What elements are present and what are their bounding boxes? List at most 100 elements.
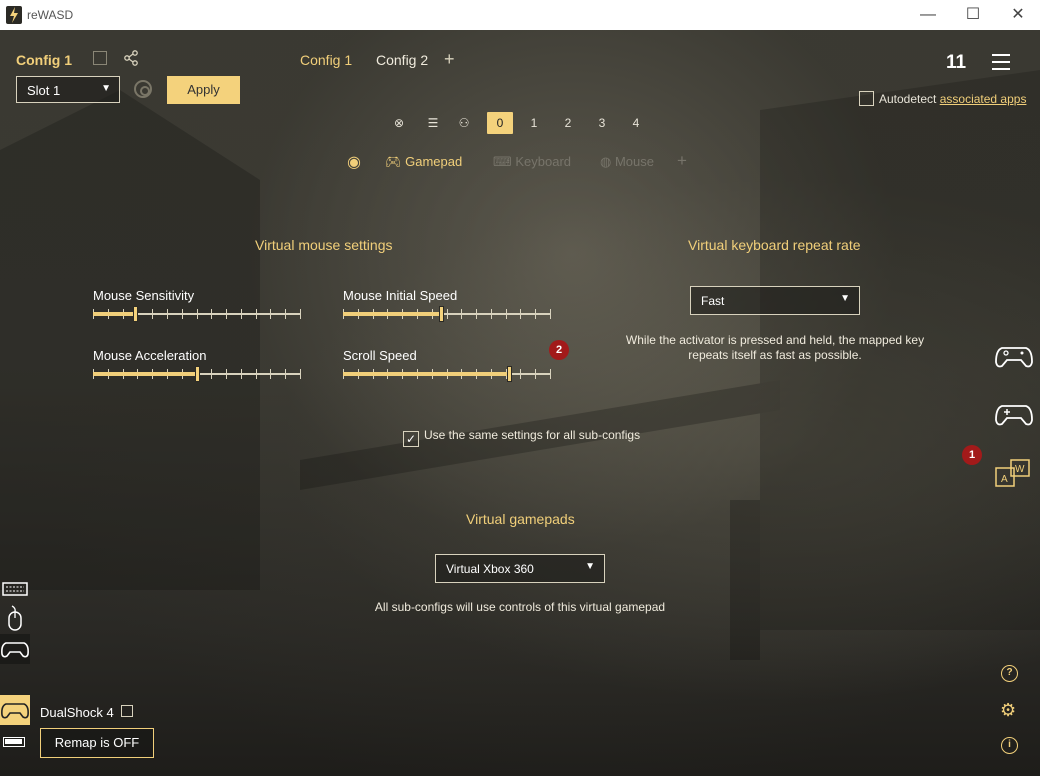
keyboard-icon: ⌨	[493, 154, 512, 169]
app-title: reWASD	[27, 8, 74, 22]
virtual-gamepad-value: Virtual Xbox 360	[446, 562, 534, 576]
slider-tick	[197, 309, 198, 319]
slider-thumb[interactable]	[439, 306, 444, 322]
slider-tick	[152, 309, 153, 319]
slider-tick	[285, 369, 286, 379]
notification-badge[interactable]: 1	[962, 445, 982, 465]
apply-button[interactable]: Apply	[167, 76, 240, 104]
mouse-device-icon[interactable]	[0, 604, 30, 634]
slider-tick	[270, 369, 271, 379]
slot-value: Slot 1	[27, 83, 61, 98]
chevron-down-icon: ▼	[585, 561, 595, 572]
slider-tick	[550, 369, 551, 379]
slider-fill	[343, 372, 509, 376]
add-device-tab-button[interactable]: +	[677, 151, 687, 171]
copy-icon[interactable]	[121, 705, 133, 717]
slider-fill	[93, 372, 197, 376]
mouse-sensitivity-slider[interactable]	[93, 306, 301, 322]
shift-0-icon[interactable]: 0	[487, 112, 513, 134]
help-icon[interactable]: ?	[1001, 665, 1018, 682]
keyboard-repeat-title: Virtual keyboard repeat rate	[688, 237, 861, 253]
tab-keyboard[interactable]: ⌨ Keyboard	[493, 154, 571, 170]
menu-icon[interactable]	[992, 54, 1010, 70]
associated-apps-link[interactable]: associated apps	[940, 92, 1027, 106]
main-panel: Config 1 Slot 1 ▼ Apply Config 1 Config …	[0, 30, 1040, 776]
slider-thumb[interactable]	[195, 366, 200, 382]
chevron-down-icon: ▼	[840, 293, 850, 304]
scroll-speed-slider[interactable]	[343, 366, 551, 382]
list-icon[interactable]: ☰	[421, 112, 445, 134]
slider-tick	[182, 309, 183, 319]
gamepad-xbox-icon[interactable]	[994, 400, 1034, 428]
slider-thumb[interactable]	[133, 306, 138, 322]
svg-text:W: W	[1015, 464, 1025, 475]
slider-tick	[550, 309, 551, 319]
gamepad-device-icon[interactable]	[0, 634, 30, 664]
slider-fill	[343, 312, 441, 316]
save-icon[interactable]	[93, 51, 107, 65]
mouse-initial-speed-label: Mouse Initial Speed	[343, 288, 458, 303]
autodetect-box[interactable]	[859, 91, 874, 106]
tab-gamepad[interactable]: 🎮︎ Gamepad	[385, 154, 462, 170]
close-button[interactable]: ✕	[995, 0, 1040, 30]
notification-badge[interactable]: 2	[549, 340, 569, 360]
slider-thumb[interactable]	[507, 366, 512, 382]
tab-gamepad-label: Gamepad	[405, 154, 463, 169]
license-count: 11	[946, 52, 967, 73]
slider-tick	[461, 309, 462, 319]
add-config-button[interactable]: +	[444, 49, 455, 70]
eye-hidden-icon[interactable]: ◉	[347, 152, 361, 172]
config-title: Config 1	[16, 52, 72, 68]
dualshock-device-icon[interactable]	[0, 695, 30, 725]
repeat-rate-description: While the activator is pressed and held,…	[625, 333, 925, 362]
shift-4-icon[interactable]: 4	[624, 112, 648, 134]
chevron-down-icon: ▼	[101, 83, 111, 94]
mouse-settings-title: Virtual mouse settings	[255, 237, 393, 253]
rewasd-logo-icon	[6, 6, 22, 24]
translate-icon[interactable]: A W	[994, 458, 1034, 492]
shift-icon[interactable]: ⚇	[452, 112, 476, 134]
slider-tick	[300, 369, 301, 379]
mouse-acceleration-slider[interactable]	[93, 366, 301, 382]
target-icon[interactable]	[134, 80, 152, 98]
maximize-button[interactable]: ☐	[950, 0, 996, 30]
slider-tick	[167, 309, 168, 319]
autodetect-checkbox[interactable]: Autodetect associated apps	[859, 91, 1026, 106]
mouse-icon: ◍	[600, 154, 612, 169]
slider-tick	[270, 309, 271, 319]
shift-3-icon[interactable]: 3	[590, 112, 614, 134]
mouse-initial-speed-slider[interactable]	[343, 306, 551, 322]
repeat-rate-value: Fast	[701, 294, 725, 308]
shift-2-icon[interactable]: 2	[556, 112, 580, 134]
slider-tick	[447, 309, 448, 319]
autodetect-label: Autodetect	[879, 92, 937, 106]
slider-tick	[226, 369, 227, 379]
share-icon[interactable]	[123, 50, 139, 66]
same-settings-label: Use the same settings for all sub-config…	[424, 428, 641, 442]
virtual-gamepads-title: Virtual gamepads	[466, 511, 575, 527]
keyboard-device-icon[interactable]	[0, 574, 30, 604]
tab-keyboard-label: Keyboard	[515, 154, 572, 169]
remap-toggle-button[interactable]: Remap is OFF	[40, 728, 154, 758]
scroll-speed-label: Scroll Speed	[343, 348, 417, 363]
slot-dropdown[interactable]: Slot 1 ▼	[16, 76, 120, 103]
tab-mouse[interactable]: ◍ Mouse	[600, 154, 654, 170]
slider-tick	[520, 369, 521, 379]
same-settings-checkbox[interactable]: ✓ Use the same settings for all sub-confi…	[403, 428, 640, 447]
slider-tick	[300, 309, 301, 319]
tab-config-2[interactable]: Config 2	[376, 52, 428, 68]
minimize-button[interactable]: —	[905, 0, 951, 30]
info-icon[interactable]: i	[1001, 737, 1018, 754]
repeat-rate-dropdown[interactable]: Fast ▼	[690, 286, 860, 315]
gamepad-ds4-icon[interactable]	[994, 342, 1034, 370]
gear-icon[interactable]: ⚙	[1000, 700, 1016, 721]
slider-tick	[285, 309, 286, 319]
slider-tick	[226, 309, 227, 319]
same-settings-check[interactable]: ✓	[403, 431, 419, 447]
virtual-gamepad-dropdown[interactable]: Virtual Xbox 360 ▼	[435, 554, 605, 583]
xbox-icon[interactable]: ⊗	[387, 112, 411, 134]
tab-config-1[interactable]: Config 1	[300, 52, 352, 68]
shift-1-icon[interactable]: 1	[522, 112, 546, 134]
slider-tick	[476, 309, 477, 319]
slider-tick	[211, 369, 212, 379]
